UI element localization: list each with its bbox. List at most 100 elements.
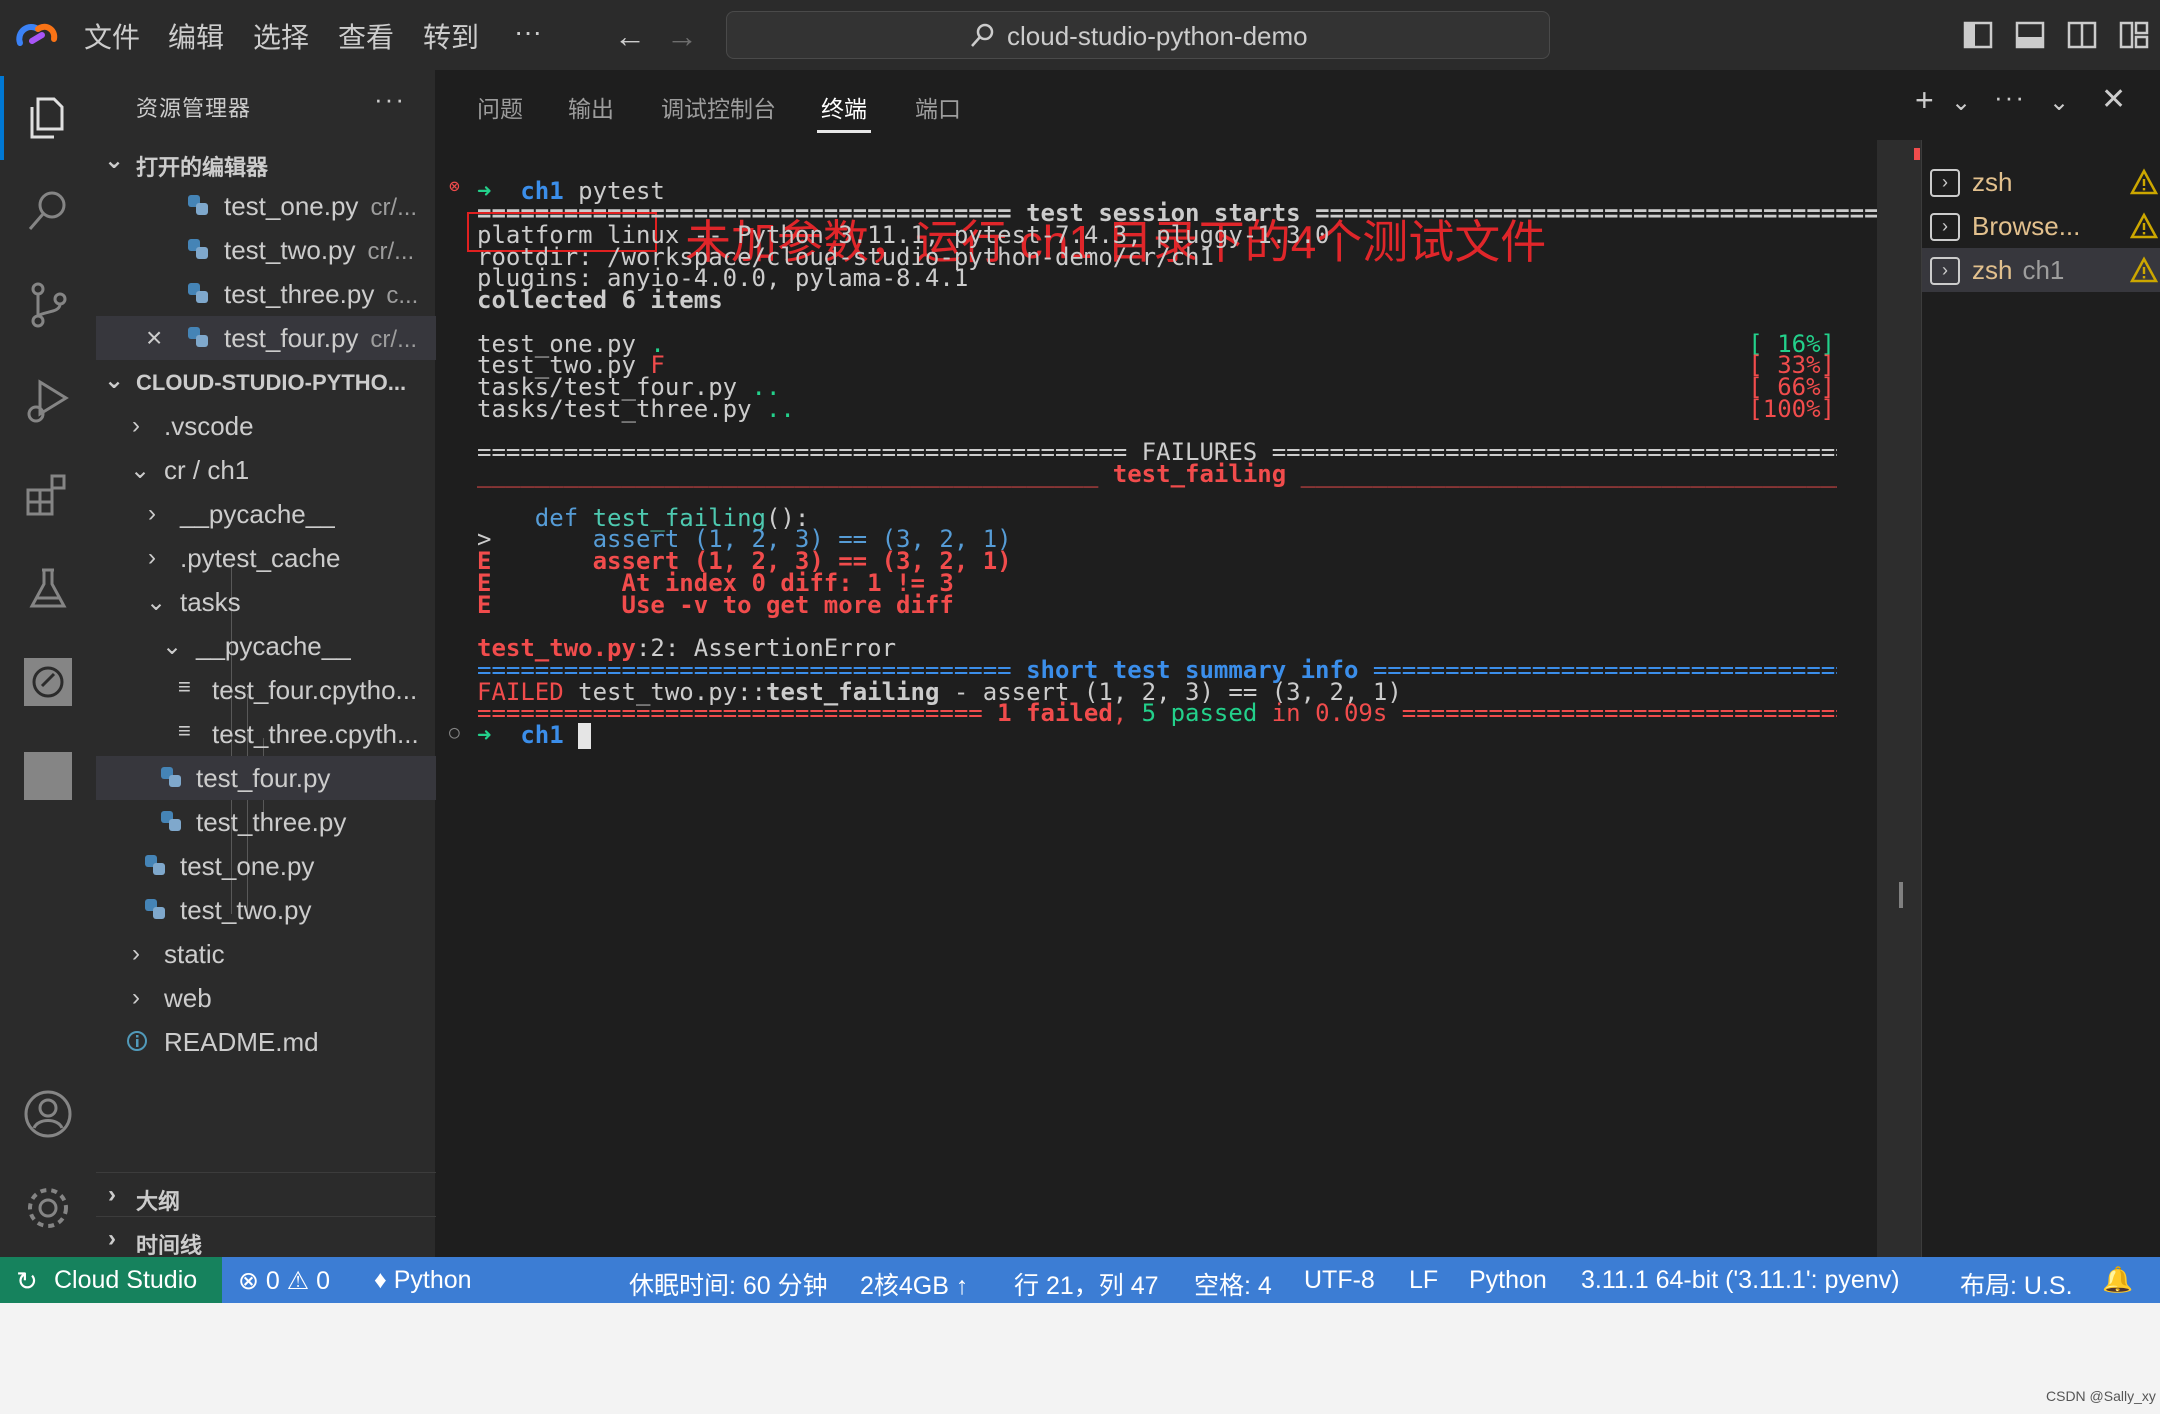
- folder-vscode[interactable]: › .vscode: [96, 404, 436, 448]
- source-control-icon[interactable]: [18, 275, 78, 335]
- file-test-three-cpython[interactable]: ≡ test_three.cpyth...: [96, 712, 436, 756]
- new-terminal-plus-icon[interactable]: +: [1915, 82, 1934, 119]
- python-file-icon: [188, 327, 208, 347]
- folder-name: .pytest_cache: [180, 543, 341, 573]
- folder-pytest-cache[interactable]: › .pytest_cache: [96, 536, 436, 580]
- menu-selection[interactable]: 选择: [253, 16, 309, 56]
- menu-file[interactable]: 文件: [84, 16, 140, 56]
- extensions-icon[interactable]: [18, 464, 78, 524]
- more-actions-icon[interactable]: ···: [1994, 82, 2026, 113]
- command-center[interactable]: cloud-studio-python-demo: [726, 11, 1550, 59]
- python-status[interactable]: ♦ Python: [374, 1266, 472, 1295]
- open-editor-test-four[interactable]: × test_four.py cr/...: [96, 316, 436, 360]
- menu-edit[interactable]: 编辑: [168, 16, 224, 56]
- cloud-studio-logo[interactable]: [12, 17, 62, 53]
- notifications-bell-icon[interactable]: 🔔: [2102, 1266, 2133, 1295]
- close-icon[interactable]: ×: [146, 322, 162, 354]
- file-test-two-py[interactable]: test_two.py: [96, 888, 436, 932]
- chevron-right-icon: ›: [132, 940, 140, 967]
- cloud-studio-rocket-icon[interactable]: [18, 652, 78, 712]
- toggle-panel-icon[interactable]: [2015, 20, 2045, 50]
- customize-layout-icon[interactable]: [2119, 20, 2149, 50]
- menu-go[interactable]: 转到: [423, 16, 479, 56]
- terminal-icon: ›: [1930, 169, 1960, 197]
- watermark: CSDN @Sally_xy: [2046, 1388, 2156, 1404]
- rule: ====================================: [1401, 699, 1837, 727]
- file-name: test_one.py: [224, 191, 359, 221]
- folder-tasks-pycache[interactable]: ⌄ __pycache__: [96, 624, 436, 668]
- timeline-section[interactable]: › 时间线: [96, 1216, 436, 1260]
- testing-flask-icon[interactable]: [18, 558, 78, 618]
- toggle-secondary-sidebar-icon[interactable]: [2067, 20, 2097, 50]
- remote-indicator[interactable]: ↻ Cloud Studio: [0, 1257, 222, 1303]
- encoding-status[interactable]: UTF-8: [1304, 1266, 1375, 1295]
- tab-problems[interactable]: 问题: [477, 90, 523, 124]
- language-mode-status[interactable]: Python: [1469, 1266, 1547, 1295]
- eol-status[interactable]: LF: [1409, 1266, 1438, 1295]
- ide-window: 文件 编辑 选择 查看 转到 ··· ← → cloud-studio-pyth…: [0, 0, 2160, 1303]
- chevron-right-icon: ›: [108, 1181, 116, 1208]
- folder-pycache[interactable]: › __pycache__: [96, 492, 436, 536]
- settings-gear-icon[interactable]: [18, 1178, 78, 1238]
- outline-section[interactable]: › 大纲: [96, 1172, 436, 1216]
- tab-debug-console[interactable]: 调试控制台: [661, 90, 776, 124]
- open-editor-test-two[interactable]: test_two.py cr/...: [96, 228, 436, 272]
- folder-cr-ch1[interactable]: ⌄ cr / ch1: [96, 448, 436, 492]
- file-test-four-cpython[interactable]: ≡ test_four.cpytho...: [96, 668, 436, 712]
- explorer-icon[interactable]: [18, 87, 78, 147]
- workspace-header[interactable]: ⌄ CLOUD-STUDIO-PYTHO...: [96, 362, 436, 402]
- file-path-desc: cr/...: [367, 238, 415, 265]
- menu-more[interactable]: ···: [514, 16, 542, 48]
- file-name: test_three.py: [224, 279, 375, 309]
- problems-status[interactable]: ⊗ 0 ⚠ 0: [238, 1266, 330, 1296]
- menu-view[interactable]: 查看: [338, 16, 394, 56]
- terminal-dropdown-chevron-icon[interactable]: ⌄: [1951, 88, 1971, 117]
- open-editors-header[interactable]: ⌄ 打开的编辑器: [96, 142, 436, 182]
- account-icon[interactable]: [18, 1084, 78, 1144]
- tab-ports[interactable]: 端口: [915, 90, 961, 124]
- tab-terminal[interactable]: 终端: [821, 90, 867, 124]
- run-debug-icon[interactable]: [18, 370, 78, 430]
- sleep-time-status[interactable]: 休眠时间: 60 分钟: [629, 1266, 828, 1302]
- tab-output[interactable]: 输出: [568, 90, 614, 124]
- folder-tasks[interactable]: ⌄ tasks: [96, 580, 436, 624]
- more-actions-icon[interactable]: ···: [374, 84, 406, 115]
- keyboard-layout-status[interactable]: 布局: U.S.: [1960, 1266, 2073, 1302]
- back-arrow-icon[interactable]: ←: [614, 18, 646, 55]
- terminal-tab-zsh[interactable]: › zsh: [1922, 160, 2160, 204]
- interpreter-status[interactable]: 3.11.1 64-bit ('3.11.1': pyenv): [1581, 1266, 1900, 1295]
- terminal-scrollbar[interactable]: [1877, 140, 1921, 1257]
- terminal-icon: ›: [1930, 257, 1960, 285]
- file-readme[interactable]: README.md: [96, 1020, 436, 1064]
- indentation-status[interactable]: 空格: 4: [1194, 1266, 1272, 1302]
- file-test-one-py[interactable]: test_one.py: [96, 844, 436, 888]
- folder-static[interactable]: › static: [96, 932, 436, 976]
- terminal-tab-zsh-ch1[interactable]: › zsh ch1: [1922, 248, 2160, 292]
- terminal-tabs-list: › zsh › Browse... › zsh ch1: [1921, 140, 2160, 1257]
- toggle-primary-sidebar-icon[interactable]: [1963, 20, 1993, 50]
- search-icon[interactable]: [18, 181, 78, 241]
- warning-icon[interactable]: [2130, 168, 2158, 196]
- terminal-tab-browser[interactable]: › Browse...: [1922, 204, 2160, 248]
- error-decoration-icon[interactable]: ⊗: [449, 176, 460, 197]
- extension-placeholder-icon[interactable]: [18, 746, 78, 806]
- close-panel-icon[interactable]: ✕: [2101, 82, 2126, 117]
- resources-status[interactable]: 2核4GB ↑: [860, 1266, 968, 1302]
- maximize-panel-chevron-icon[interactable]: ⌄: [2049, 88, 2069, 117]
- forward-arrow-icon[interactable]: →: [666, 18, 698, 55]
- warning-icon[interactable]: [2130, 256, 2158, 284]
- explorer-sidebar: 资源管理器 ··· ⌄ 打开的编辑器 test_one.py cr/... tes…: [96, 70, 436, 1260]
- file-test-three-py[interactable]: test_three.py: [96, 800, 436, 844]
- command-decoration-icon[interactable]: ○: [449, 722, 460, 743]
- terminal-sash-handle[interactable]: [1899, 882, 1903, 908]
- open-editor-test-three[interactable]: test_three.py c...: [96, 272, 436, 316]
- result-marks: ..: [765, 395, 795, 423]
- terminal-output[interactable]: ⊗ ➜ ch1 pytest 未加参数，运行 ch1 目录下的4个测试文件 ==…: [437, 140, 1951, 1257]
- open-editor-test-one[interactable]: test_one.py cr/...: [96, 184, 436, 228]
- folder-name: .vscode: [164, 411, 254, 441]
- folder-web[interactable]: › web: [96, 976, 436, 1020]
- file-test-four-py[interactable]: test_four.py: [96, 756, 436, 800]
- cursor-position-status[interactable]: 行 21，列 47: [1014, 1266, 1159, 1302]
- warning-icon[interactable]: [2130, 212, 2158, 240]
- file-name: test_three.cpyth...: [212, 719, 419, 749]
